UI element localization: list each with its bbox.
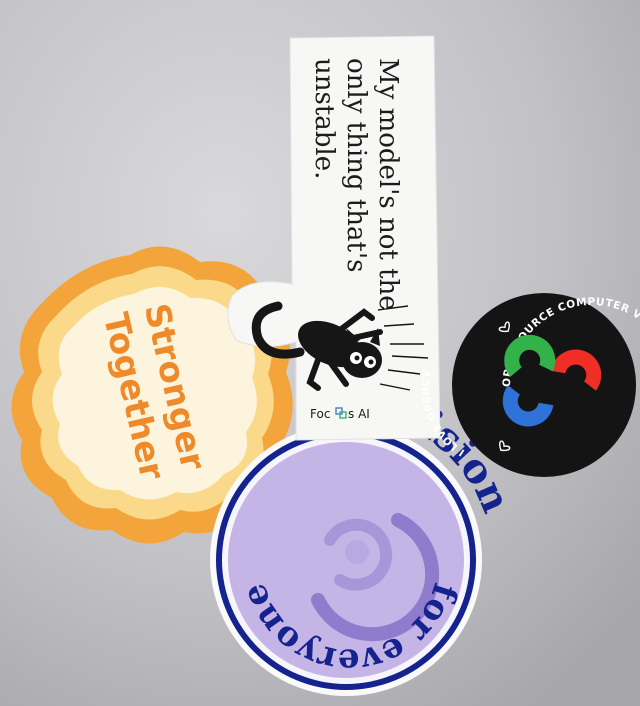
cat-pupil-left (354, 355, 360, 361)
photo-scene: Stronger Together Vision for everyone My… (0, 0, 640, 706)
brand-text-prefix: Foc (310, 407, 330, 421)
quote-line-2: only thing that's (341, 58, 371, 272)
cat-head (342, 342, 382, 378)
quote-line-3: unstable. (309, 58, 339, 179)
quote-line-1: My model's not the (373, 58, 403, 311)
vision-swirl-core (345, 540, 369, 564)
brand-text-suffix: s AI (348, 407, 370, 421)
cat-pupil-right (368, 359, 374, 365)
